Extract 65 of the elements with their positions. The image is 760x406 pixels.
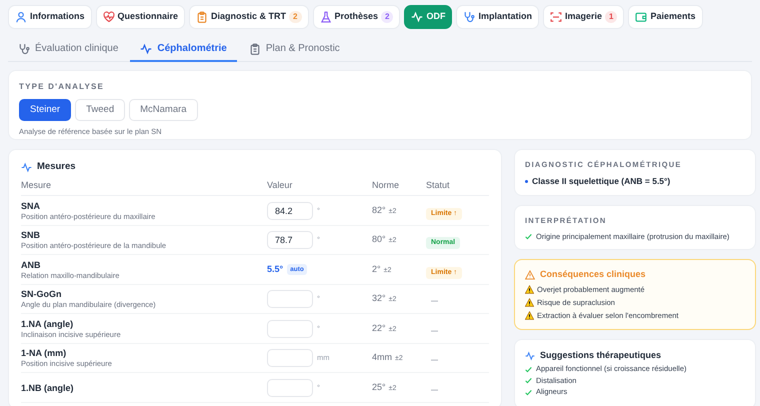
count-badge: 1 xyxy=(605,11,618,23)
norm-value: 22° xyxy=(372,322,386,335)
sub-tab[interactable]: Céphalométrie xyxy=(130,37,237,62)
value-input[interactable] xyxy=(267,378,313,396)
nav-tab[interactable]: Questionnaire xyxy=(96,5,186,29)
column-header: Statut xyxy=(426,179,451,192)
analysis-option[interactable]: Steiner xyxy=(19,99,72,121)
norm-value: 32° xyxy=(372,292,386,306)
value-input[interactable] xyxy=(267,349,313,367)
section-title: TYPE D'ANALYSE xyxy=(19,81,106,93)
sub-tab[interactable]: Plan & Pronostic xyxy=(238,37,350,62)
measure-name: 1.NA (angle) xyxy=(21,318,74,330)
norm-value: 2° xyxy=(372,262,381,276)
diagnostic-text: Classe II squelettique (ANB = 5.5°) xyxy=(532,175,670,188)
value-input[interactable] xyxy=(267,290,313,308)
measure-name: SN-GoGn xyxy=(21,288,62,300)
nav-tab[interactable]: Informations xyxy=(8,5,92,29)
card-title: Suggestions thérapeutiques xyxy=(540,349,662,362)
flask-icon xyxy=(320,11,332,23)
analysis-option[interactable]: Tweed xyxy=(75,99,126,121)
nav-tab[interactable]: Prothèses 2 xyxy=(312,5,400,29)
person-icon xyxy=(15,11,27,23)
warning-icon xyxy=(525,311,534,320)
wallet-icon xyxy=(635,11,648,23)
value-input[interactable]: 78.7 xyxy=(267,231,313,249)
warning-icon xyxy=(525,298,534,307)
pulse-icon xyxy=(525,350,535,361)
analysis-option[interactable]: McNamara xyxy=(129,99,198,121)
check-icon xyxy=(525,233,532,240)
card-title: Conséquences cliniques xyxy=(540,268,646,281)
measure-name: ANB xyxy=(21,258,42,270)
measure-name: 1.NB (angle) xyxy=(21,382,75,394)
clipboard-icon xyxy=(248,42,261,54)
card-title: Mesures xyxy=(37,160,76,174)
norm-value: 4mm xyxy=(372,351,392,364)
nav-tab[interactable]: Imagerie 1 xyxy=(542,5,624,29)
measure-name: 1-NA (mm) xyxy=(21,347,68,359)
heart-icon xyxy=(102,11,115,23)
count-badge: 2 xyxy=(289,11,302,23)
norm-value: 25° xyxy=(372,380,386,394)
column-header: Valeur xyxy=(267,179,294,192)
warning-icon xyxy=(525,285,534,294)
value-input[interactable] xyxy=(267,320,313,338)
column-header: Mesure xyxy=(21,179,52,192)
nav-tab[interactable]: Diagnostic & TRT 2 xyxy=(189,5,308,29)
stethoscope-icon xyxy=(18,42,30,54)
nav-tab[interactable]: Implantation xyxy=(456,5,539,29)
measure-name: SNB xyxy=(21,229,42,241)
sub-tab[interactable]: Évaluation clinique xyxy=(8,37,128,62)
nav-tab[interactable]: ODF xyxy=(404,5,452,29)
norm-value: 80° xyxy=(372,233,386,246)
clipboard-icon xyxy=(196,11,208,23)
pulse-icon xyxy=(140,42,152,54)
nav-tab[interactable]: Paiements xyxy=(628,5,702,29)
measure-name: SNA xyxy=(21,200,42,212)
norm-value: 82° xyxy=(372,204,386,217)
scan-icon xyxy=(550,11,562,23)
value-input[interactable]: 84.2 xyxy=(267,202,313,220)
pulse-icon xyxy=(411,11,424,23)
warning-icon xyxy=(525,270,535,280)
count-badge: 2 xyxy=(381,11,394,23)
pulse-icon xyxy=(21,162,32,173)
computed-value: 5.5° xyxy=(267,262,284,276)
stethoscope-icon xyxy=(463,11,476,23)
column-header: Norme xyxy=(372,179,400,192)
